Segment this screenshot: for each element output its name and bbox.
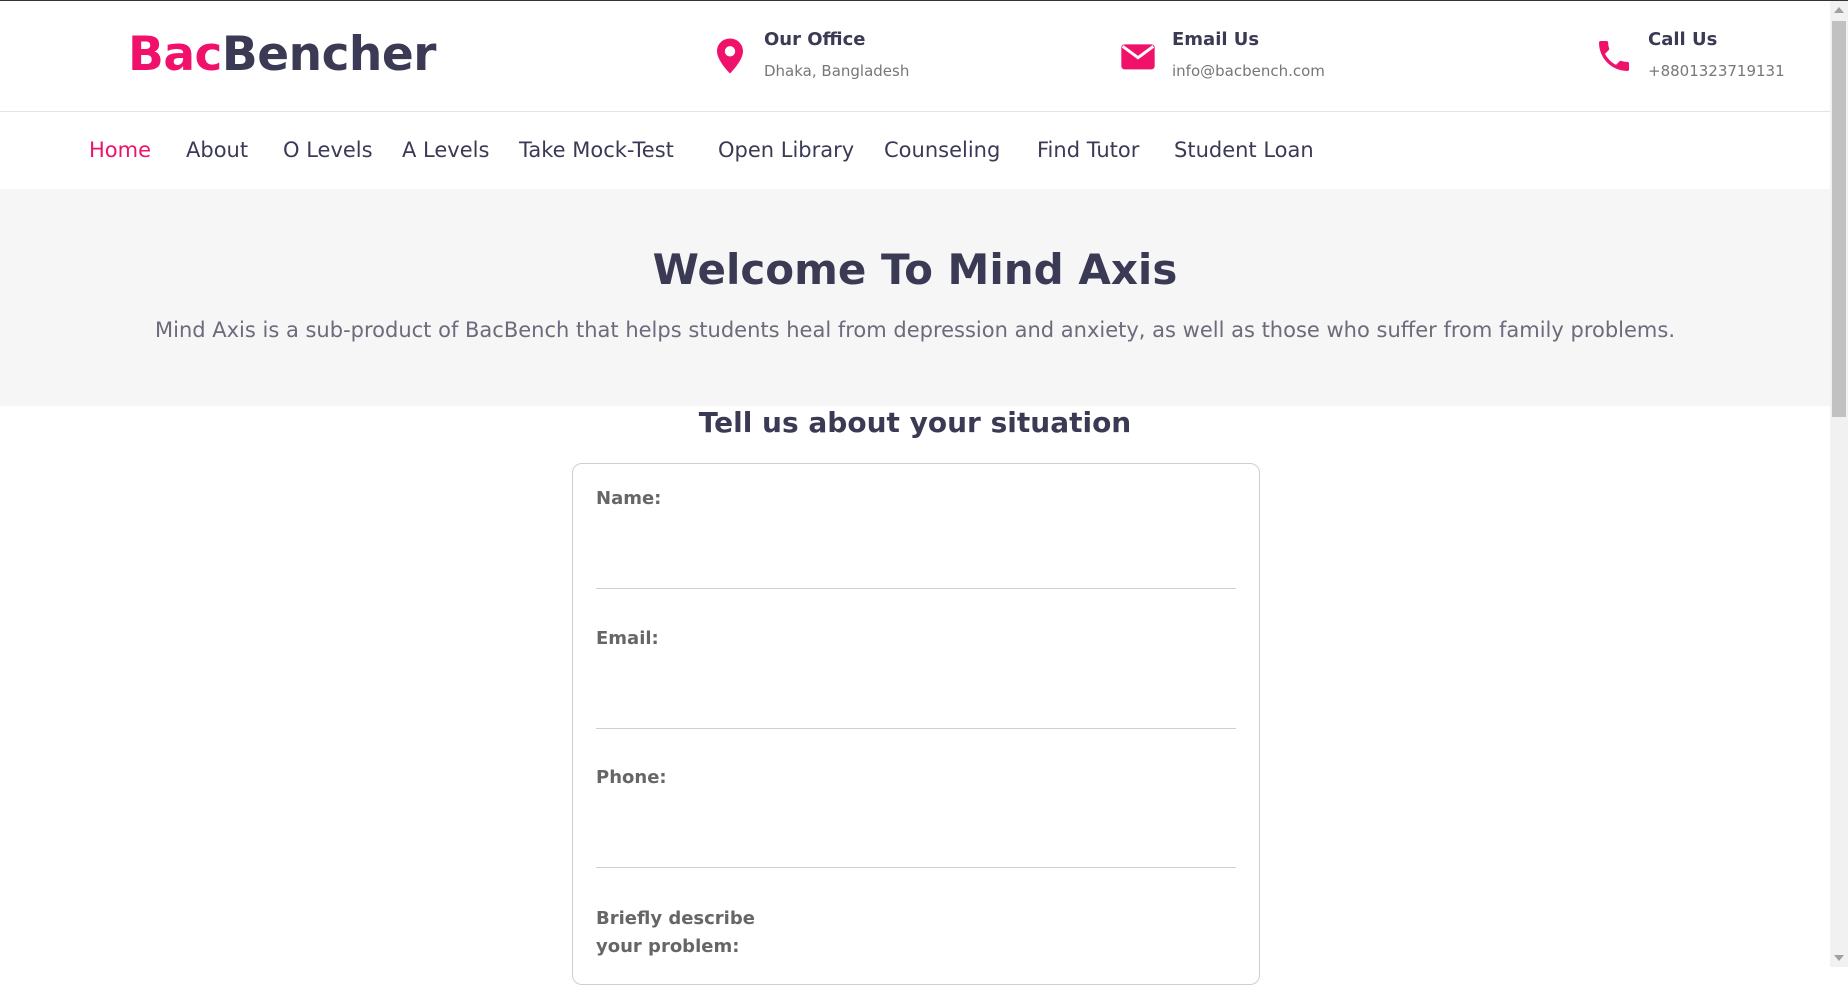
scroll-up-arrow-icon[interactable] bbox=[1834, 7, 1844, 13]
contact-email-value[interactable]: info@bacbench.com bbox=[1172, 62, 1325, 80]
envelope-icon bbox=[1121, 44, 1155, 70]
scrollbar-thumb[interactable] bbox=[1832, 21, 1846, 417]
problem-label-line1: Briefly describe bbox=[596, 908, 755, 929]
logo-part-bencher: Bencher bbox=[221, 27, 437, 82]
contact-email-title: Email Us bbox=[1172, 29, 1260, 50]
nav-item-home[interactable]: Home bbox=[89, 138, 151, 162]
nav-item-take-mock-test[interactable]: Take Mock-Test bbox=[519, 138, 674, 162]
email-label: Email: bbox=[596, 628, 659, 649]
form-heading: Tell us about your situation bbox=[698, 406, 1132, 439]
problem-label: Briefly describe your problem: bbox=[596, 905, 796, 961]
page-scrollbar[interactable] bbox=[1830, 1, 1848, 967]
problem-label-line2: your problem: bbox=[596, 936, 740, 957]
phone-input[interactable] bbox=[596, 817, 1236, 868]
contact-office-value: Dhaka, Bangladesh bbox=[764, 62, 910, 80]
main-nav: Home About O Levels A Levels Take Mock-T… bbox=[0, 112, 1830, 188]
situation-form: Name: Email: Phone: Briefly describe you… bbox=[572, 463, 1260, 985]
nav-item-counseling[interactable]: Counseling bbox=[884, 138, 1000, 162]
map-pin-icon bbox=[717, 38, 743, 74]
site-logo[interactable]: BacBencher bbox=[128, 27, 436, 82]
contact-phone-title: Call Us bbox=[1648, 29, 1718, 50]
nav-item-open-library[interactable]: Open Library bbox=[718, 138, 854, 162]
name-label: Name: bbox=[596, 488, 662, 509]
scroll-down-arrow-icon[interactable] bbox=[1834, 955, 1844, 961]
hero-title: Welcome To Mind Axis bbox=[652, 245, 1178, 294]
nav-item-a-levels[interactable]: A Levels bbox=[402, 138, 489, 162]
nav-item-find-tutor[interactable]: Find Tutor bbox=[1037, 138, 1139, 162]
contact-phone-value[interactable]: +8801323719131 bbox=[1648, 62, 1785, 80]
email-input[interactable] bbox=[596, 678, 1236, 729]
hero-section: Welcome To Mind Axis Mind Axis is a sub-… bbox=[0, 189, 1830, 406]
contact-office-title: Our Office bbox=[764, 29, 866, 50]
site-header: BacBencher Our Office Dhaka, Bangladesh … bbox=[0, 1, 1830, 112]
nav-item-about[interactable]: About bbox=[186, 138, 248, 162]
phone-label: Phone: bbox=[596, 767, 667, 788]
logo-part-bac: Bac bbox=[128, 27, 222, 82]
phone-icon bbox=[1599, 41, 1629, 71]
hero-description: Mind Axis is a sub-product of BacBench t… bbox=[154, 318, 1675, 342]
name-input[interactable] bbox=[596, 538, 1236, 589]
nav-item-student-loan[interactable]: Student Loan bbox=[1174, 138, 1314, 162]
nav-item-o-levels[interactable]: O Levels bbox=[283, 138, 373, 162]
